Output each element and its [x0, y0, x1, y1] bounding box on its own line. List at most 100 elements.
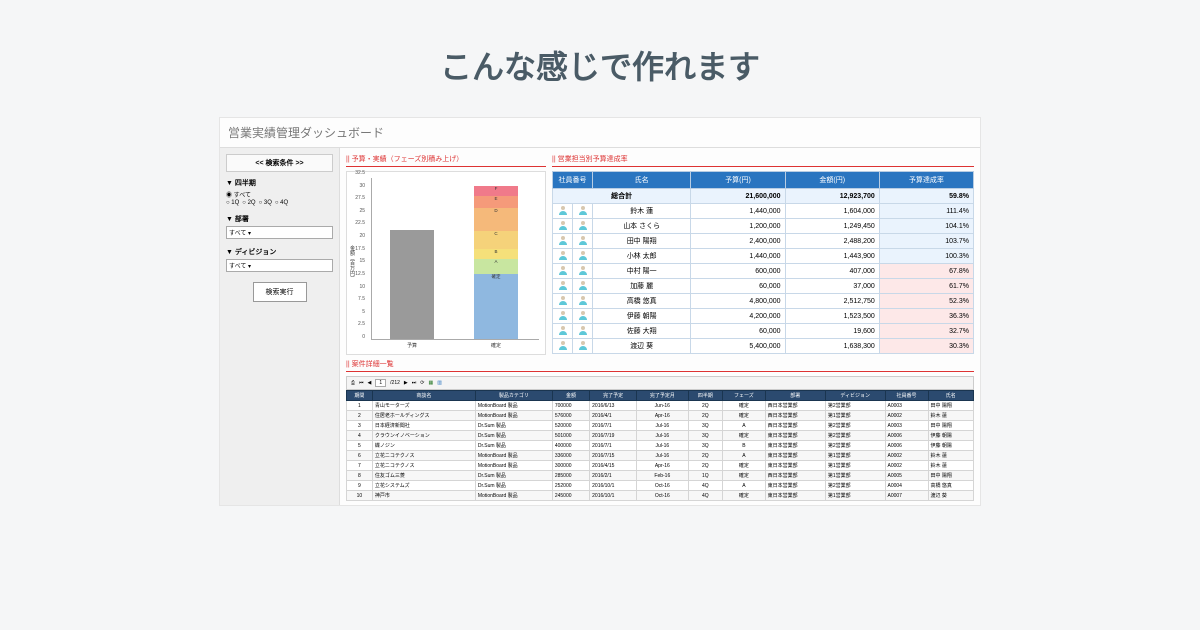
avatar — [573, 294, 593, 309]
cell: 2016/7/1 — [590, 441, 637, 451]
cell: 鈴木 蓮 — [928, 461, 973, 471]
cell: 2 — [347, 411, 373, 421]
table-row[interactable]: 7立花ニコテクノスMotionBoard 製品3000002016/4/15Ap… — [347, 461, 974, 471]
cell: 700000 — [552, 401, 589, 411]
cell: A0005 — [885, 471, 928, 481]
table-header: 製品カテゴリ — [475, 391, 552, 401]
y-tick: 12.5 — [355, 272, 365, 277]
total-label: 総合計 — [553, 189, 691, 204]
cell: Dr.Sum 製品 — [475, 471, 552, 481]
radio-option[interactable]: ○ 3Q — [259, 200, 272, 206]
cell: 確定 — [723, 411, 766, 421]
cell: 1Q — [688, 471, 722, 481]
sidebar: << 検索条件 >> ▼ 四半期◉ すべて○ 1Q○ 2Q○ 3Q○ 4Q▼ 部… — [220, 148, 340, 505]
cell: 2016/10/1 — [590, 481, 637, 491]
cell: A — [723, 421, 766, 431]
cell: 59.8% — [879, 189, 973, 204]
chart-segment: C — [474, 231, 518, 249]
avatar — [573, 204, 593, 219]
cell: 501000 — [552, 431, 589, 441]
app-window: 営業実績管理ダッシュボード << 検索条件 >> ▼ 四半期◉ すべて○ 1Q○… — [220, 118, 980, 505]
avatar — [573, 309, 593, 324]
table-row[interactable]: 鈴木 蓮1,440,0001,604,000111.4% — [553, 204, 974, 219]
budget-cell: 600,000 — [691, 264, 785, 279]
avatar — [573, 234, 593, 249]
budget-cell: 1,440,000 — [691, 204, 785, 219]
radio-option[interactable]: ◉ すべて — [226, 190, 251, 199]
cell: 田中 陽翔 — [928, 471, 973, 481]
detail-toolbar[interactable]: ⎙ ⏮ ◀ 1 /212 ▶ ⏭ ⟳ ▦ ▥ — [346, 376, 974, 390]
table-header: 商談名 — [372, 391, 475, 401]
budget-cell: 60,000 — [691, 279, 785, 294]
cell: 確定 — [723, 401, 766, 411]
cell: 東日本営業部 — [765, 451, 825, 461]
rate-cell: 61.7% — [879, 279, 973, 294]
cell: 4 — [347, 431, 373, 441]
y-tick: 17.5 — [355, 247, 365, 252]
table-row[interactable]: 4クラウンイノベーションDr.Sum 製品5010002016/7/19Jul-… — [347, 431, 974, 441]
amount-cell: 19,600 — [785, 324, 879, 339]
table-row[interactable]: 小林 太郎1,440,0001,443,900100.3% — [553, 249, 974, 264]
export-icon[interactable]: ⎙ — [351, 380, 355, 386]
table-row[interactable]: 伊藤 朝陽4,200,0001,523,50036.3% — [553, 309, 974, 324]
cell: 確定 — [723, 461, 766, 471]
cell: 2Q — [688, 401, 722, 411]
y-tick: 15 — [359, 259, 365, 264]
cell: 伊藤 朝陽 — [928, 441, 973, 451]
name-cell: 鈴木 蓮 — [593, 204, 691, 219]
cell: 8 — [347, 471, 373, 481]
first-page-icon[interactable]: ⏮ — [359, 380, 364, 386]
table-row[interactable]: 高橋 悠真4,800,0002,512,75052.3% — [553, 294, 974, 309]
table-row[interactable]: 田中 陽翔2,400,0002,488,200103.7% — [553, 234, 974, 249]
filter-select[interactable]: すべて ▾ — [226, 226, 333, 239]
filter-select[interactable]: すべて ▾ — [226, 259, 333, 272]
table-row[interactable]: 10神戸市MotionBoard 製品2450002016/10/1Oct-16… — [347, 491, 974, 501]
cell: 東日本営業部 — [765, 461, 825, 471]
refresh-icon[interactable]: ⟳ — [420, 380, 424, 386]
cell: Apr-16 — [637, 461, 689, 471]
amount-cell: 37,000 — [785, 279, 879, 294]
last-page-icon[interactable]: ⏭ — [412, 380, 417, 386]
chart-segment: B — [474, 249, 518, 259]
chart-icon[interactable]: ▥ — [437, 380, 442, 386]
chart-panel: || 予算・実績（フェーズ別積み上げ） 金額（百万円） 02.557.51012… — [346, 152, 546, 355]
table-row[interactable]: 山本 さくら1,200,0001,249,450104.1% — [553, 219, 974, 234]
cell: 2016/4/1 — [590, 411, 637, 421]
search-button[interactable]: 検索実行 — [253, 282, 307, 302]
excel-export-icon[interactable]: ▦ — [428, 380, 433, 386]
table-row[interactable]: 1青山モーターズMotionBoard 製品7000002016/6/13Jun… — [347, 401, 974, 411]
table-row[interactable]: 渡辺 葵5,400,0001,638,30030.3% — [553, 339, 974, 354]
table-row[interactable]: 3日本経済新聞社Dr.Sum 製品5200002016/7/1Jul-163QA… — [347, 421, 974, 431]
cell: 第2営業部 — [825, 421, 885, 431]
rate-cell: 103.7% — [879, 234, 973, 249]
y-tick: 10 — [359, 285, 365, 290]
budget-cell: 4,800,000 — [691, 294, 785, 309]
cell: 立花ニコテクノス — [372, 451, 475, 461]
table-row[interactable]: 2住居老ホールディングスMotionBoard 製品5760002016/4/1… — [347, 411, 974, 421]
prev-page-icon[interactable]: ◀ — [368, 380, 372, 386]
cell: 576000 — [552, 411, 589, 421]
cell: 400000 — [552, 441, 589, 451]
radio-option[interactable]: ○ 2Q — [242, 200, 255, 206]
avatar — [573, 264, 593, 279]
cell: 4Q — [688, 491, 722, 501]
table-row[interactable]: 加藤 麗60,00037,00061.7% — [553, 279, 974, 294]
next-page-icon[interactable]: ▶ — [404, 380, 408, 386]
amount-cell: 1,523,500 — [785, 309, 879, 324]
table-row[interactable]: 8住友ゴム三菱Dr.Sum 製品2850002016/2/1Feb-161Q確定… — [347, 471, 974, 481]
total-row: 総合計21,600,00012,923,70059.8% — [553, 189, 974, 204]
main-area: || 予算・実績（フェーズ別積み上げ） 金額（百万円） 02.557.51012… — [340, 148, 980, 505]
table-row[interactable]: 佐藤 大翔60,00019,60032.7% — [553, 324, 974, 339]
filter-label: ▼ ディビジョン — [226, 247, 333, 257]
table-row[interactable]: 中村 陽一600,000407,00067.8% — [553, 264, 974, 279]
cell: 2Q — [688, 411, 722, 421]
cell: 確定 — [723, 491, 766, 501]
table-row[interactable]: 5蝶ノジンDr.Sum 製品4000002016/7/1Jul-163QB東日本… — [347, 441, 974, 451]
cell: 7 — [347, 461, 373, 471]
table-row[interactable]: 6立花ニコテクノスMotionBoard 製品3360002016/7/15Ju… — [347, 451, 974, 461]
table-row[interactable]: 9立花システムズDr.Sum 製品2520002016/10/1Oct-164Q… — [347, 481, 974, 491]
y-tick: 0 — [362, 335, 365, 340]
radio-option[interactable]: ○ 4Q — [275, 200, 288, 206]
radio-option[interactable]: ○ 1Q — [226, 200, 239, 206]
page-input[interactable]: 1 — [375, 379, 386, 387]
